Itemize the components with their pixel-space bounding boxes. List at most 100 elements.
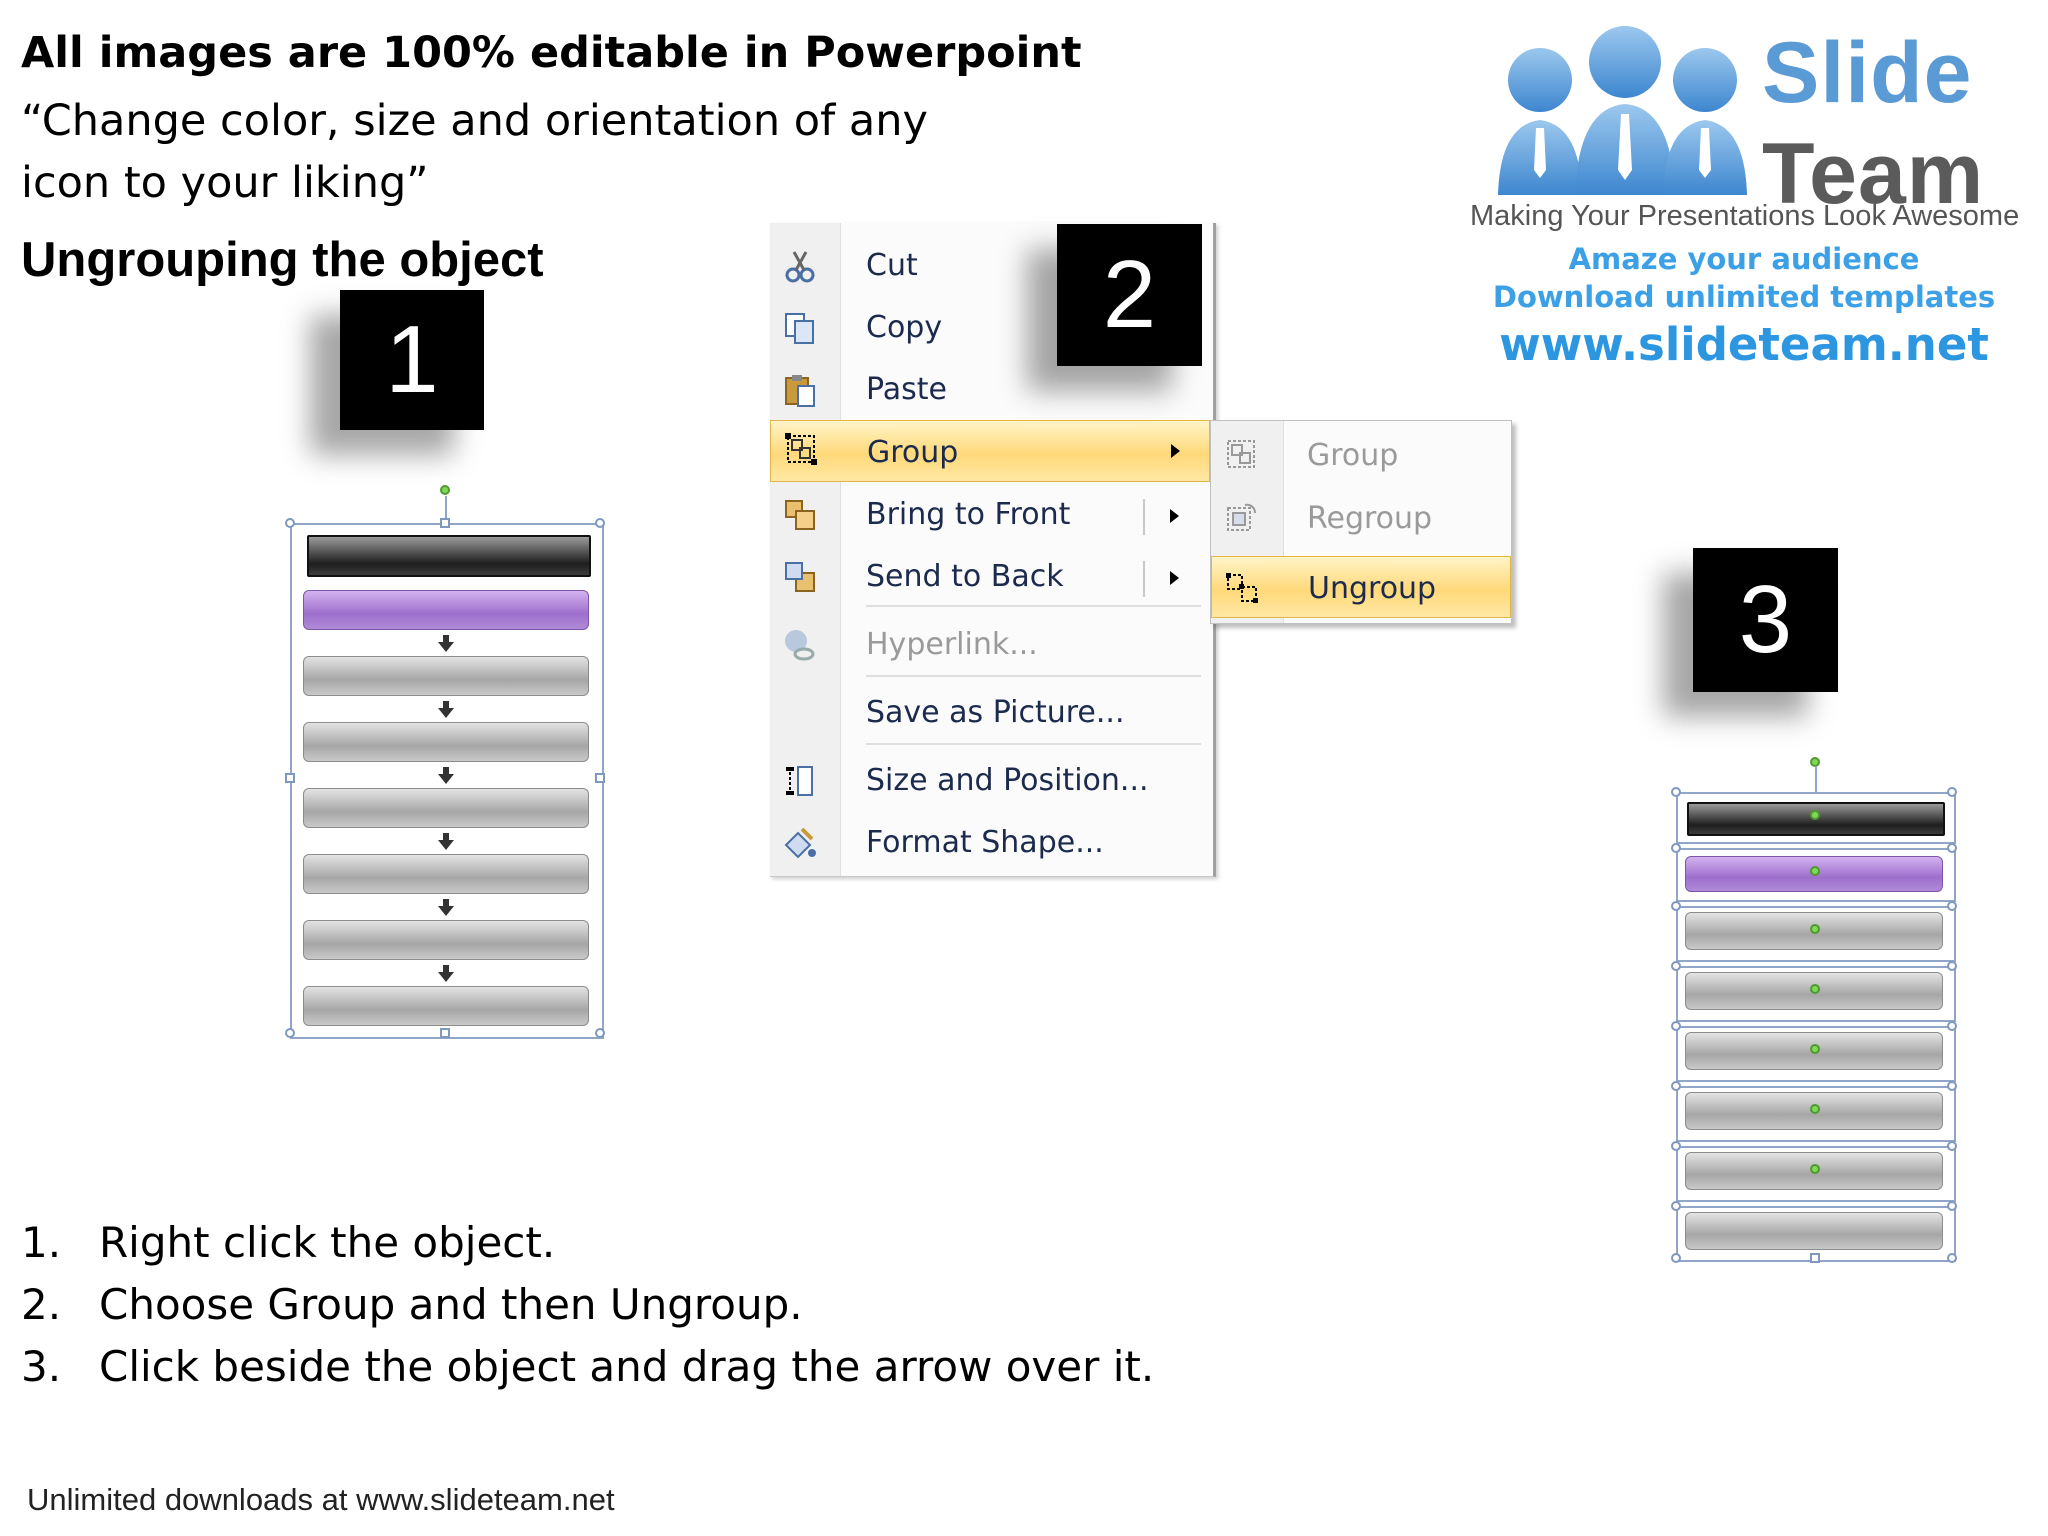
instruction-number: 1. [21,1218,62,1267]
edge-handle[interactable] [440,518,450,528]
corner-handle[interactable] [1671,1141,1681,1151]
rotate-handle[interactable] [440,485,450,495]
send-to-back-icon [785,562,815,592]
footer-text: Unlimited downloads at www.slideteam.net [27,1482,615,1517]
corner-handle[interactable] [1947,901,1957,911]
instruction-number: 3. [21,1342,62,1391]
corner-handle[interactable] [1947,787,1957,797]
corner-handle[interactable] [285,1028,295,1038]
corner-handle[interactable] [1947,1253,1957,1263]
grey-bar [303,986,589,1026]
paste-icon [785,375,815,407]
submenu-item-label: Group [1307,438,1399,473]
corner-handle[interactable] [1947,1201,1957,1211]
corner-handle[interactable] [595,518,605,528]
flow-arrow-icon [438,774,454,784]
submenu-arrow-icon[interactable] [1170,509,1179,523]
submenu-item-group[interactable]: Group [1211,424,1511,486]
ungrouped-object[interactable] [1665,752,1965,1263]
corner-handle[interactable] [1671,1253,1681,1263]
instruction-text: Right click the object. [99,1218,556,1267]
corner-handle[interactable] [595,1028,605,1038]
instruction-text: Click beside the object and drag the arr… [99,1342,1155,1391]
menu-item-label: Copy [866,310,943,345]
grey-bar [303,788,589,828]
grouped-object[interactable] [285,480,615,1050]
page-title: Ungrouping the object [21,233,544,287]
slideteam-people-logo-icon [1498,26,1747,195]
logo-line-amaze: Amaze your audience [1568,242,1920,276]
instruction-text: Choose Group and then Ungroup. [99,1280,803,1329]
rotate-stem [1815,766,1817,792]
logo-word-slide: Slide [1762,25,1973,121]
ungroup-icon [1226,573,1258,603]
grey-bar [303,722,589,762]
rotate-handle[interactable] [1810,866,1820,876]
rotate-handle[interactable] [1810,984,1820,994]
menu-item-label: Send to Back [866,559,1064,594]
flow-arrow-icon [438,642,454,652]
flow-arrow-icon [438,840,454,850]
menu-item-hyperlink[interactable]: Hyperlink... [770,617,1210,675]
grey-bar [303,854,589,894]
submenu-arrow-icon[interactable] [1170,571,1179,585]
instruction-step-2: 2. Choose Group and then Ungroup. [21,1280,803,1329]
rotate-handle[interactable] [1810,1044,1820,1054]
menu-item-size-and-position[interactable]: Size and Position... [770,753,1210,811]
menu-separator [866,743,1201,745]
corner-handle[interactable] [1947,843,1957,853]
rotate-handle[interactable] [1810,810,1820,820]
scissors-icon [785,251,815,283]
corner-handle[interactable] [1671,843,1681,853]
logo-url-link[interactable]: www.slideteam.net [1460,318,2028,371]
corner-handle[interactable] [1947,1081,1957,1091]
submenu-item-regroup[interactable]: Regroup [1211,487,1511,549]
corner-handle[interactable] [1671,1021,1681,1031]
corner-handle[interactable] [1671,1081,1681,1091]
grey-bar [1685,1212,1943,1250]
corner-handle[interactable] [1947,1021,1957,1031]
menu-item-format-shape[interactable]: Format Shape... [770,815,1210,873]
heading-editable-note: All images are 100% editable in Powerpoi… [21,28,1082,78]
submenu-item-ungroup[interactable]: Ungroup [1211,556,1511,618]
logo-tagline: Making Your Presentations Look Awesome [1470,200,2020,232]
menu-item-save-as-picture[interactable]: Save as Picture... [770,685,1210,743]
menu-item-label: Cut [866,248,918,283]
edge-handle[interactable] [1810,1253,1820,1263]
corner-handle[interactable] [1671,901,1681,911]
purple-bar [303,590,589,630]
corner-handle[interactable] [1671,787,1681,797]
flow-arrow-icon [438,906,454,916]
size-position-icon [786,766,813,796]
corner-handle[interactable] [1671,1201,1681,1211]
split-separator [1143,561,1145,597]
edge-handle[interactable] [285,773,295,783]
flow-arrow-icon [438,972,454,982]
menu-item-label: Group [867,435,959,470]
menu-item-label: Format Shape... [866,825,1104,860]
menu-item-label: Paste [866,372,947,407]
corner-handle[interactable] [285,518,295,528]
corner-handle[interactable] [1947,1141,1957,1151]
rotate-handle[interactable] [1810,924,1820,934]
edge-handle[interactable] [440,1028,450,1038]
menu-separator [866,675,1201,677]
quote-text: “Change color, size and orientation of a… [21,96,928,208]
menu-item-label: Hyperlink... [866,627,1038,662]
grey-bar [303,920,589,960]
menu-item-bring-to-front[interactable]: Bring to Front [770,487,1210,545]
menu-item-paste[interactable]: Paste [770,362,1210,420]
menu-item-send-to-back[interactable]: Send to Back [770,549,1210,607]
menu-item-label: Save as Picture... [866,695,1125,730]
corner-handle[interactable] [1947,961,1957,971]
rotate-handle[interactable] [1810,1104,1820,1114]
logo-line-download: Download unlimited templates [1492,280,1996,314]
corner-handle[interactable] [1671,961,1681,971]
grey-bar [303,656,589,696]
edge-handle[interactable] [595,773,605,783]
menu-item-group[interactable]: Group [770,420,1210,482]
menu-item-label: Bring to Front [866,497,1071,532]
menu-separator [866,605,1201,607]
rotate-handle[interactable] [1810,1164,1820,1174]
submenu-arrow-icon [1171,444,1180,458]
